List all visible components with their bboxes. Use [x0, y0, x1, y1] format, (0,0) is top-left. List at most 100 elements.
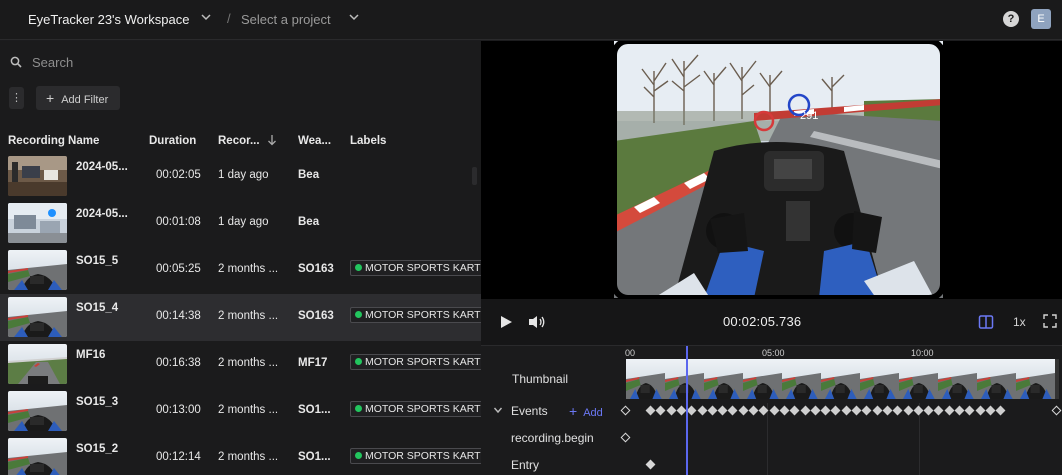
gaze-fixation-label: 291 — [800, 110, 818, 122]
event-marker-icon[interactable] — [841, 405, 852, 416]
table-row[interactable]: SO15_3 00:13:00 2 months ... SO1... MOTOR SP… — [0, 388, 487, 435]
add-event-button[interactable]: + Add — [569, 403, 603, 419]
more-options-button[interactable]: ⋮ — [9, 87, 24, 109]
recordings-panel: Search ⋮ + Add Filter Recording Name Dura… — [0, 41, 487, 475]
event-marker-icon[interactable] — [892, 405, 903, 416]
label-text: MOTOR SPORTS KART — [365, 309, 481, 321]
recording-recorded: 2 months ... — [218, 357, 279, 369]
event-marker-icon[interactable] — [789, 405, 800, 416]
fullscreen-icon[interactable] — [1043, 314, 1057, 331]
help-icon[interactable]: ? — [1003, 11, 1019, 27]
project-selector[interactable]: Select a project — [241, 12, 331, 27]
recording-thumbnail — [8, 438, 67, 475]
workspace-name[interactable]: EyeTracker 23's Workspace — [28, 12, 189, 27]
avatar[interactable]: E — [1031, 9, 1051, 29]
event-marker-icon[interactable] — [810, 405, 821, 416]
table-row[interactable]: SO15_4 00:14:38 2 months ... SO163 MOTOR SPO… — [0, 294, 487, 341]
column-header-labels[interactable]: Labels — [350, 135, 386, 147]
timeline-tick: 10:00 — [911, 348, 934, 358]
event-marker-icon[interactable] — [779, 405, 790, 416]
recording-name: MF16 — [76, 349, 106, 361]
label-dot-icon — [355, 264, 362, 271]
event-marker-icon[interactable] — [686, 405, 697, 416]
event-marker-icon[interactable] — [851, 405, 862, 416]
volume-icon[interactable] — [528, 315, 546, 332]
scene-video-frame[interactable]: 291 — [614, 41, 943, 298]
event-marker-icon[interactable] — [738, 405, 749, 416]
event-marker-icon[interactable] — [727, 405, 738, 416]
label-dot-icon — [355, 452, 362, 459]
project-chevron-down-icon[interactable] — [348, 11, 360, 26]
event-marker-icon[interactable] — [645, 405, 656, 416]
event-marker-icon[interactable] — [697, 405, 707, 416]
column-header-recording-name[interactable]: Recording Name — [8, 135, 99, 147]
event-marker-icon[interactable] — [748, 405, 759, 416]
event-marker-icon[interactable] — [861, 405, 872, 416]
event-marker-icon[interactable] — [995, 405, 1006, 416]
video-player[interactable]: 291 — [481, 41, 1062, 299]
event-marker-icon[interactable] — [717, 405, 728, 416]
event-marker-icon[interactable] — [620, 405, 631, 416]
table-row[interactable]: 2024-05... 00:02:05 1 day ago Bea — [0, 153, 481, 200]
playhead[interactable] — [686, 346, 688, 475]
event-marker-icon[interactable] — [903, 405, 913, 416]
event-marker-icon[interactable] — [882, 405, 893, 416]
label-dot-icon — [355, 405, 362, 412]
recording-name: SO15_3 — [76, 396, 119, 408]
event-marker-icon[interactable] — [975, 405, 986, 416]
recording-wearer: Bea — [298, 216, 320, 228]
events-chevron-down-icon[interactable] — [493, 404, 503, 418]
recording-wearer: Bea — [298, 169, 320, 181]
label-badge[interactable]: MOTOR SPORTS KART — [350, 401, 487, 417]
split-view-icon[interactable] — [978, 314, 994, 333]
play-icon[interactable] — [499, 315, 513, 332]
scrollbar[interactable] — [472, 167, 477, 185]
label-badge[interactable]: MOTOR SPORTS KART — [350, 260, 487, 276]
thumbnail-track-label: Thumbnail — [512, 372, 569, 386]
event-marker-icon[interactable] — [620, 432, 631, 443]
event-marker-icon[interactable] — [923, 405, 934, 416]
event-marker-icon[interactable] — [707, 405, 718, 416]
table-row[interactable]: 2024-05... 00:01:08 1 day ago Bea — [0, 200, 481, 247]
event-marker-icon[interactable] — [872, 405, 883, 416]
recording-name: SO15_5 — [76, 255, 119, 267]
recording-duration: 00:14:38 — [156, 310, 201, 322]
label-badge[interactable]: MOTOR SPORTS KART — [350, 307, 487, 323]
column-header-recorded[interactable]: Recor... — [218, 135, 260, 147]
event-marker-icon[interactable] — [954, 405, 965, 416]
plus-icon: + — [46, 90, 55, 106]
event-marker-icon[interactable] — [645, 459, 656, 470]
search-bar[interactable]: Search — [10, 54, 470, 74]
table-row[interactable]: MF16 00:16:38 2 months ... MF17 MOTOR SPORTS… — [0, 341, 487, 388]
recording-wearer: MF17 — [298, 357, 328, 369]
event-marker-icon[interactable] — [666, 405, 677, 416]
search-input[interactable]: Search — [32, 55, 73, 70]
event-marker-icon[interactable] — [820, 405, 831, 416]
thumbnail-strip[interactable] — [626, 359, 1059, 399]
column-header-duration[interactable]: Duration — [149, 135, 196, 147]
event-marker-icon[interactable] — [769, 405, 780, 416]
event-marker-icon[interactable] — [1051, 405, 1062, 416]
event-marker-icon[interactable] — [933, 405, 944, 416]
event-marker-icon[interactable] — [913, 405, 924, 416]
event-marker-icon[interactable] — [676, 405, 687, 416]
event-marker-icon[interactable] — [800, 405, 810, 416]
table-row[interactable]: SO15_2 00:12:14 2 months ... SO1... MOTOR SP… — [0, 435, 487, 475]
label-text: MOTOR SPORTS KART — [365, 262, 481, 274]
event-marker-icon[interactable] — [944, 405, 955, 416]
label-badge[interactable]: MOTOR SPORTS KART — [350, 354, 487, 370]
playback-speed-button[interactable]: 1x — [1013, 315, 1026, 329]
plus-icon: + — [569, 403, 578, 419]
label-badge[interactable]: MOTOR SPORTS KART — [350, 448, 487, 464]
column-header-wearer[interactable]: Wea... — [298, 135, 331, 147]
add-filter-button[interactable]: + Add Filter — [36, 86, 120, 110]
event-marker-icon[interactable] — [655, 405, 666, 416]
event-marker-icon[interactable] — [964, 405, 975, 416]
workspace-chevron-down-icon[interactable] — [200, 11, 212, 26]
filmstrip-frame — [1016, 359, 1055, 399]
event-marker-icon[interactable] — [985, 405, 996, 416]
sort-descending-icon[interactable] — [267, 134, 277, 149]
filmstrip-frame — [899, 359, 938, 399]
table-row[interactable]: SO15_5 00:05:25 2 months ... SO163 MOTOR SPO… — [0, 247, 487, 294]
event-marker-icon[interactable] — [830, 405, 841, 416]
